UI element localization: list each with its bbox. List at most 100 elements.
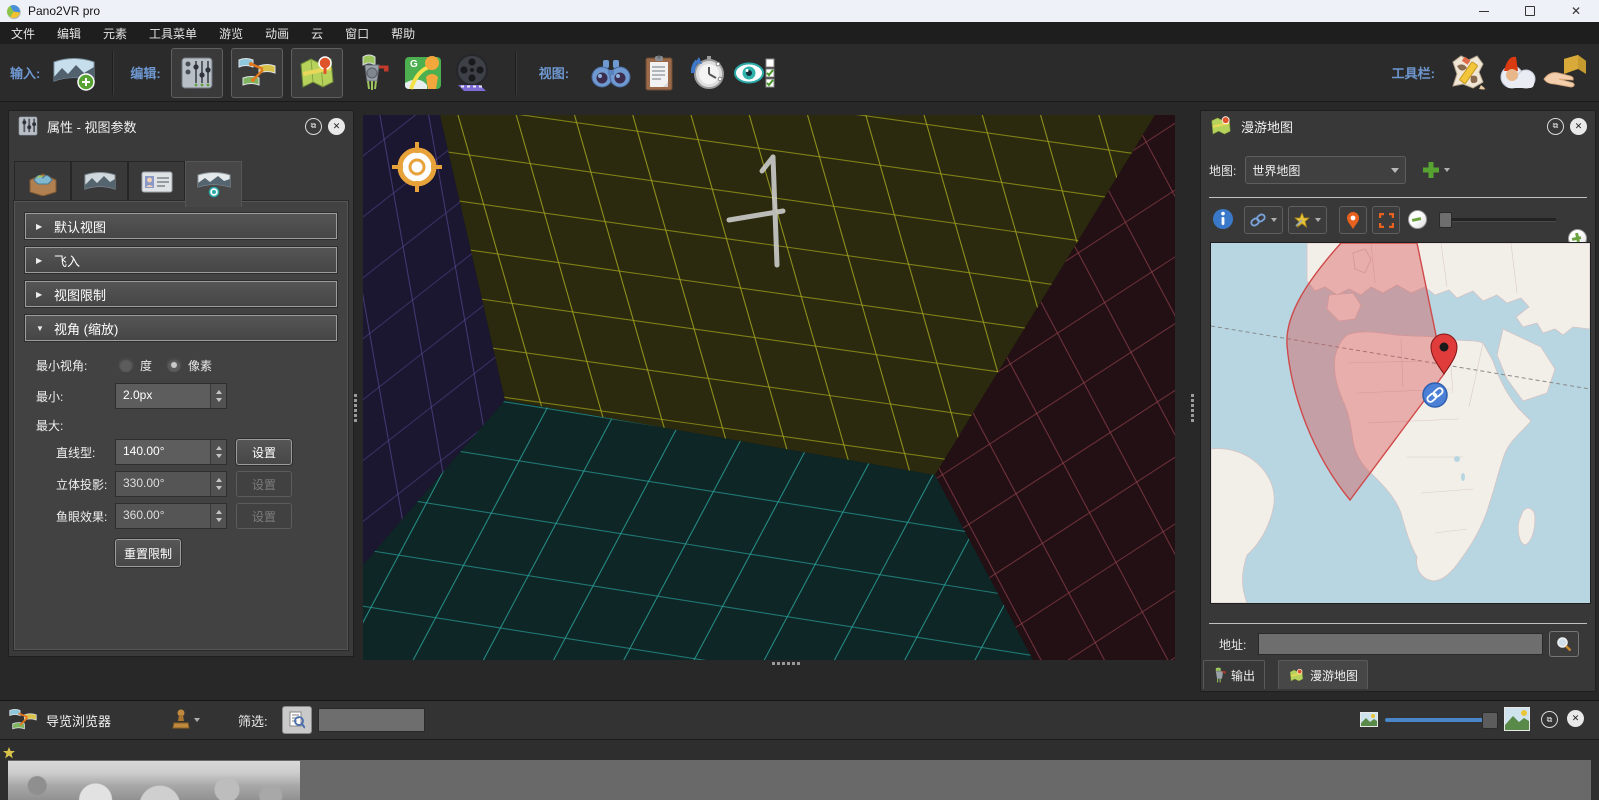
right-splitter[interactable] bbox=[1191, 394, 1194, 422]
menu-file[interactable]: 文件 bbox=[0, 22, 46, 44]
min-fov-label: 最小视角: bbox=[36, 357, 115, 374]
filter-type-button[interactable] bbox=[282, 706, 312, 734]
tab-tour-map[interactable]: 漫游地图 bbox=[1278, 660, 1368, 689]
cloud-upload-button[interactable] bbox=[1493, 48, 1541, 98]
minimize-button[interactable] bbox=[1461, 0, 1507, 22]
filter-input[interactable] bbox=[318, 708, 425, 732]
panel-title: 属性 - 视图参数 bbox=[47, 117, 137, 136]
float-panel-button[interactable]: ⧉ bbox=[1541, 711, 1558, 728]
section-default-view[interactable]: ▶ 默认视图 bbox=[25, 213, 337, 239]
menu-window[interactable]: 窗口 bbox=[334, 22, 380, 44]
set-stereographic-button[interactable]: 设置 bbox=[236, 471, 292, 497]
set-fisheye-button[interactable]: 设置 bbox=[236, 503, 292, 529]
panorama-thumbnail[interactable] bbox=[8, 761, 300, 800]
properties-panel: 属性 - 视图参数 ⧉ ✕ bbox=[8, 110, 354, 657]
fisheye-spinbox[interactable]: 360.00° bbox=[115, 503, 227, 529]
patch-tool-button[interactable] bbox=[351, 48, 399, 98]
bottom-splitter[interactable] bbox=[772, 662, 800, 665]
info-button[interactable] bbox=[1212, 208, 1234, 233]
left-splitter[interactable] bbox=[354, 394, 357, 422]
close-panel-button[interactable]: ✕ bbox=[1567, 710, 1584, 727]
thumbnail-size-slider[interactable] bbox=[1385, 718, 1497, 722]
place-pin-button[interactable] bbox=[1339, 206, 1367, 234]
skin-editor-button[interactable] bbox=[1445, 48, 1493, 98]
section-view-limits[interactable]: ▶ 视图限制 bbox=[25, 281, 337, 307]
stereographic-value[interactable]: 330.00° bbox=[116, 472, 210, 496]
section-fov-zoom[interactable]: ▼ 视角 (缩放) bbox=[25, 315, 337, 341]
main-node-star-icon bbox=[3, 747, 15, 759]
close-panel-button[interactable]: ✕ bbox=[1570, 118, 1587, 135]
unit-pixels-label[interactable]: 像素 bbox=[188, 357, 212, 374]
zoom-out-button[interactable] bbox=[1408, 210, 1427, 229]
fisheye-value[interactable]: 360.00° bbox=[116, 504, 210, 528]
spinner-buttons[interactable] bbox=[210, 504, 226, 528]
reset-limits-button[interactable]: 重置限制 bbox=[115, 539, 181, 567]
small-thumbnails-icon[interactable] bbox=[1360, 712, 1378, 727]
pano2vr-window: Pano2VR pro ✕ 文件 编辑 元素 工具菜单 游览 动画 云 窗口 帮… bbox=[0, 0, 1599, 800]
min-fov-value[interactable]: 2.0px bbox=[116, 384, 210, 408]
map-zoom-slider[interactable] bbox=[1446, 218, 1556, 222]
spinner-buttons[interactable] bbox=[210, 440, 226, 464]
close-panel-button[interactable]: ✕ bbox=[328, 118, 345, 135]
rectilinear-value[interactable]: 140.00° bbox=[116, 440, 210, 464]
tour-editor-button[interactable] bbox=[231, 48, 283, 98]
viewer-toggle-button[interactable] bbox=[587, 48, 635, 98]
video-output-button[interactable] bbox=[447, 48, 495, 98]
google-maps-button[interactable]: G bbox=[399, 48, 447, 98]
stereographic-spinbox[interactable]: 330.00° bbox=[115, 471, 227, 497]
project-info-button[interactable] bbox=[635, 48, 683, 98]
title-bar: Pano2VR pro ✕ bbox=[0, 0, 1599, 22]
link-badge[interactable] bbox=[1423, 383, 1447, 407]
tour-map[interactable] bbox=[1210, 242, 1591, 604]
tour-map-panel-button[interactable] bbox=[291, 48, 343, 98]
min-fov-spinbox[interactable]: 2.0px bbox=[115, 383, 227, 409]
map-select[interactable]: 世界地图 bbox=[1245, 156, 1406, 184]
add-panorama-button[interactable] bbox=[50, 48, 98, 98]
properties-panel-button[interactable] bbox=[171, 48, 223, 98]
menu-cloud[interactable]: 云 bbox=[300, 22, 334, 44]
float-panel-button[interactable]: ⧉ bbox=[305, 118, 322, 135]
menu-tour[interactable]: 游览 bbox=[208, 22, 254, 44]
output-delivery-button[interactable] bbox=[1541, 48, 1589, 98]
add-map-button[interactable] bbox=[1421, 160, 1450, 180]
menu-elements[interactable]: 元素 bbox=[92, 22, 138, 44]
menu-help[interactable]: 帮助 bbox=[380, 22, 426, 44]
target-hotspot-icon[interactable] bbox=[389, 139, 445, 195]
marker-style-button[interactable] bbox=[1288, 206, 1327, 234]
tab-metadata[interactable] bbox=[128, 161, 185, 203]
tour-icon bbox=[237, 54, 277, 92]
panorama-row[interactable] bbox=[8, 760, 1591, 800]
address-input[interactable] bbox=[1258, 633, 1543, 655]
tab-panorama-properties[interactable] bbox=[71, 161, 128, 203]
tab-viewing-parameters[interactable] bbox=[185, 161, 242, 207]
section-fly-in[interactable]: ▶ 飞入 bbox=[25, 247, 337, 273]
thumbnail-size-slider-thumb[interactable] bbox=[1482, 712, 1498, 729]
tab-panoramas[interactable] bbox=[14, 161, 71, 203]
menu-tools[interactable]: 工具菜单 bbox=[138, 22, 208, 44]
link-hotspot-button[interactable] bbox=[1244, 206, 1283, 234]
panorama-viewer[interactable] bbox=[363, 115, 1175, 660]
visibility-list-button[interactable] bbox=[731, 48, 779, 98]
unit-degrees-label[interactable]: 度 bbox=[140, 357, 152, 374]
spinner-buttons[interactable] bbox=[210, 384, 226, 408]
fit-map-button[interactable] bbox=[1372, 206, 1400, 234]
large-thumbnails-icon[interactable] bbox=[1504, 707, 1530, 731]
menu-animation[interactable]: 动画 bbox=[254, 22, 300, 44]
restore-button[interactable] bbox=[1507, 0, 1553, 22]
stamp-filter-button[interactable] bbox=[171, 709, 200, 731]
menu-edit[interactable]: 编辑 bbox=[46, 22, 92, 44]
tab-output[interactable]: 输出 bbox=[1203, 660, 1265, 689]
animation-timer-button[interactable] bbox=[683, 48, 731, 98]
tour-browser-panel: 导览浏览器 筛选: bbox=[0, 700, 1599, 800]
set-rectilinear-button[interactable]: 设置 bbox=[236, 439, 292, 465]
unit-pixels-radio[interactable] bbox=[166, 357, 182, 373]
float-panel-button[interactable]: ⧉ bbox=[1547, 118, 1564, 135]
grinder-icon bbox=[355, 53, 395, 93]
unit-degrees-radio[interactable] bbox=[118, 357, 134, 373]
close-button[interactable]: ✕ bbox=[1553, 0, 1599, 22]
rectilinear-spinbox[interactable]: 140.00° bbox=[115, 439, 227, 465]
geocode-search-button[interactable] bbox=[1549, 631, 1579, 657]
map-zoom-slider-thumb[interactable] bbox=[1439, 212, 1452, 228]
spin-down-icon bbox=[216, 398, 222, 402]
spinner-buttons[interactable] bbox=[210, 472, 226, 496]
